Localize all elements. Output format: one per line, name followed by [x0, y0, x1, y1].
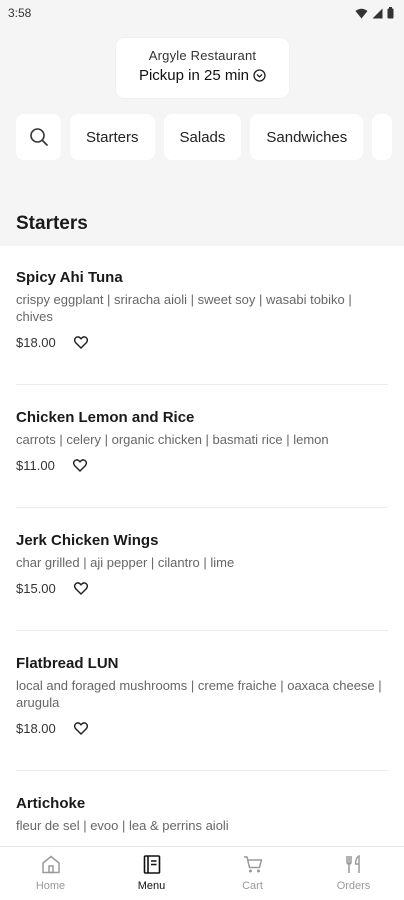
nav-menu[interactable]: Menu: [107, 855, 197, 892]
item-description: local and foraged mushrooms | creme frai…: [16, 678, 382, 710]
search-button[interactable]: [16, 114, 61, 160]
status-icons: [355, 7, 394, 19]
category-bar: Starters Salads Sandwiches: [16, 114, 404, 160]
nav-home[interactable]: Home: [6, 855, 96, 892]
nav-cart[interactable]: Cart: [208, 855, 298, 892]
wifi-icon: [355, 8, 368, 18]
heart-icon[interactable]: [73, 336, 88, 349]
category-chip-more[interactable]: [372, 114, 393, 160]
menu-book-icon: [143, 855, 160, 874]
category-chip-sandwiches[interactable]: Sandwiches: [250, 114, 364, 160]
item-price: $18.00: [16, 335, 56, 350]
menu-item[interactable]: Artichoke fleur de sel | evoo | lea & pe…: [16, 794, 388, 846]
item-description: fleur de sel | evoo | lea & perrins aiol…: [16, 818, 229, 833]
status-bar: 3:58: [0, 0, 404, 26]
item-price: $15.00: [16, 581, 56, 596]
item-description: crispy eggplant | sriracha aioli | sweet…: [16, 292, 352, 324]
category-chip-starters[interactable]: Starters: [70, 114, 155, 160]
pickup-card[interactable]: Argyle Restaurant Pickup in 25 min: [116, 38, 289, 98]
nav-orders[interactable]: Orders: [309, 855, 399, 892]
item-name: Spicy Ahi Tuna: [16, 269, 123, 286]
nav-orders-label: Orders: [336, 880, 371, 892]
section-title: Starters: [16, 213, 88, 234]
item-description: carrots | celery | organic chicken | bas…: [16, 432, 329, 447]
item-name: Flatbread LUN: [16, 655, 119, 672]
item-price: $11.00: [16, 458, 55, 473]
menu-item[interactable]: Jerk Chicken Wings char grilled | aji pe…: [16, 531, 388, 631]
battery-icon: [387, 7, 394, 19]
nav-cart-label: Cart: [242, 880, 263, 892]
item-name: Artichoke: [16, 795, 86, 812]
item-footer: $11.00: [16, 458, 388, 473]
search-icon: [29, 128, 48, 147]
menu-list: Spicy Ahi Tuna crispy eggplant | srirach…: [0, 246, 404, 846]
restaurant-name: Argyle Restaurant: [148, 48, 257, 63]
menu-item[interactable]: Flatbread LUN local and foraged mushroom…: [16, 654, 388, 771]
item-description: char grilled | aji pepper | cilantro | l…: [16, 555, 235, 570]
nav-menu-label: Menu: [137, 880, 166, 892]
item-name: Chicken Lemon and Rice: [16, 409, 195, 426]
nav-home-label: Home: [35, 880, 66, 892]
item-footer: $15.00: [16, 581, 388, 596]
cart-icon: [243, 856, 262, 873]
signal-icon: [372, 8, 383, 18]
heart-icon[interactable]: [73, 582, 88, 595]
category-chip-salads[interactable]: Salads: [163, 114, 242, 160]
menu-item[interactable]: Chicken Lemon and Rice carrots | celery …: [16, 408, 388, 508]
heart-icon[interactable]: [73, 722, 88, 735]
status-time: 3:58: [8, 6, 32, 20]
chevron-down-circle-icon: [253, 69, 266, 82]
bottom-nav: Home Menu Cart Orders: [0, 846, 404, 900]
item-price: $18.00: [16, 721, 56, 736]
pickup-time: Pickup in 25 min: [116, 67, 289, 84]
item-footer: $18.00: [16, 721, 388, 736]
menu-item[interactable]: Spicy Ahi Tuna crispy eggplant | srirach…: [16, 268, 388, 385]
item-footer: $18.00: [16, 335, 388, 350]
item-name: Jerk Chicken Wings: [16, 532, 159, 549]
home-icon: [41, 855, 60, 874]
utensils-icon: [345, 855, 360, 873]
pickup-label: Pickup in 25 min: [138, 67, 250, 84]
heart-icon[interactable]: [72, 459, 87, 472]
